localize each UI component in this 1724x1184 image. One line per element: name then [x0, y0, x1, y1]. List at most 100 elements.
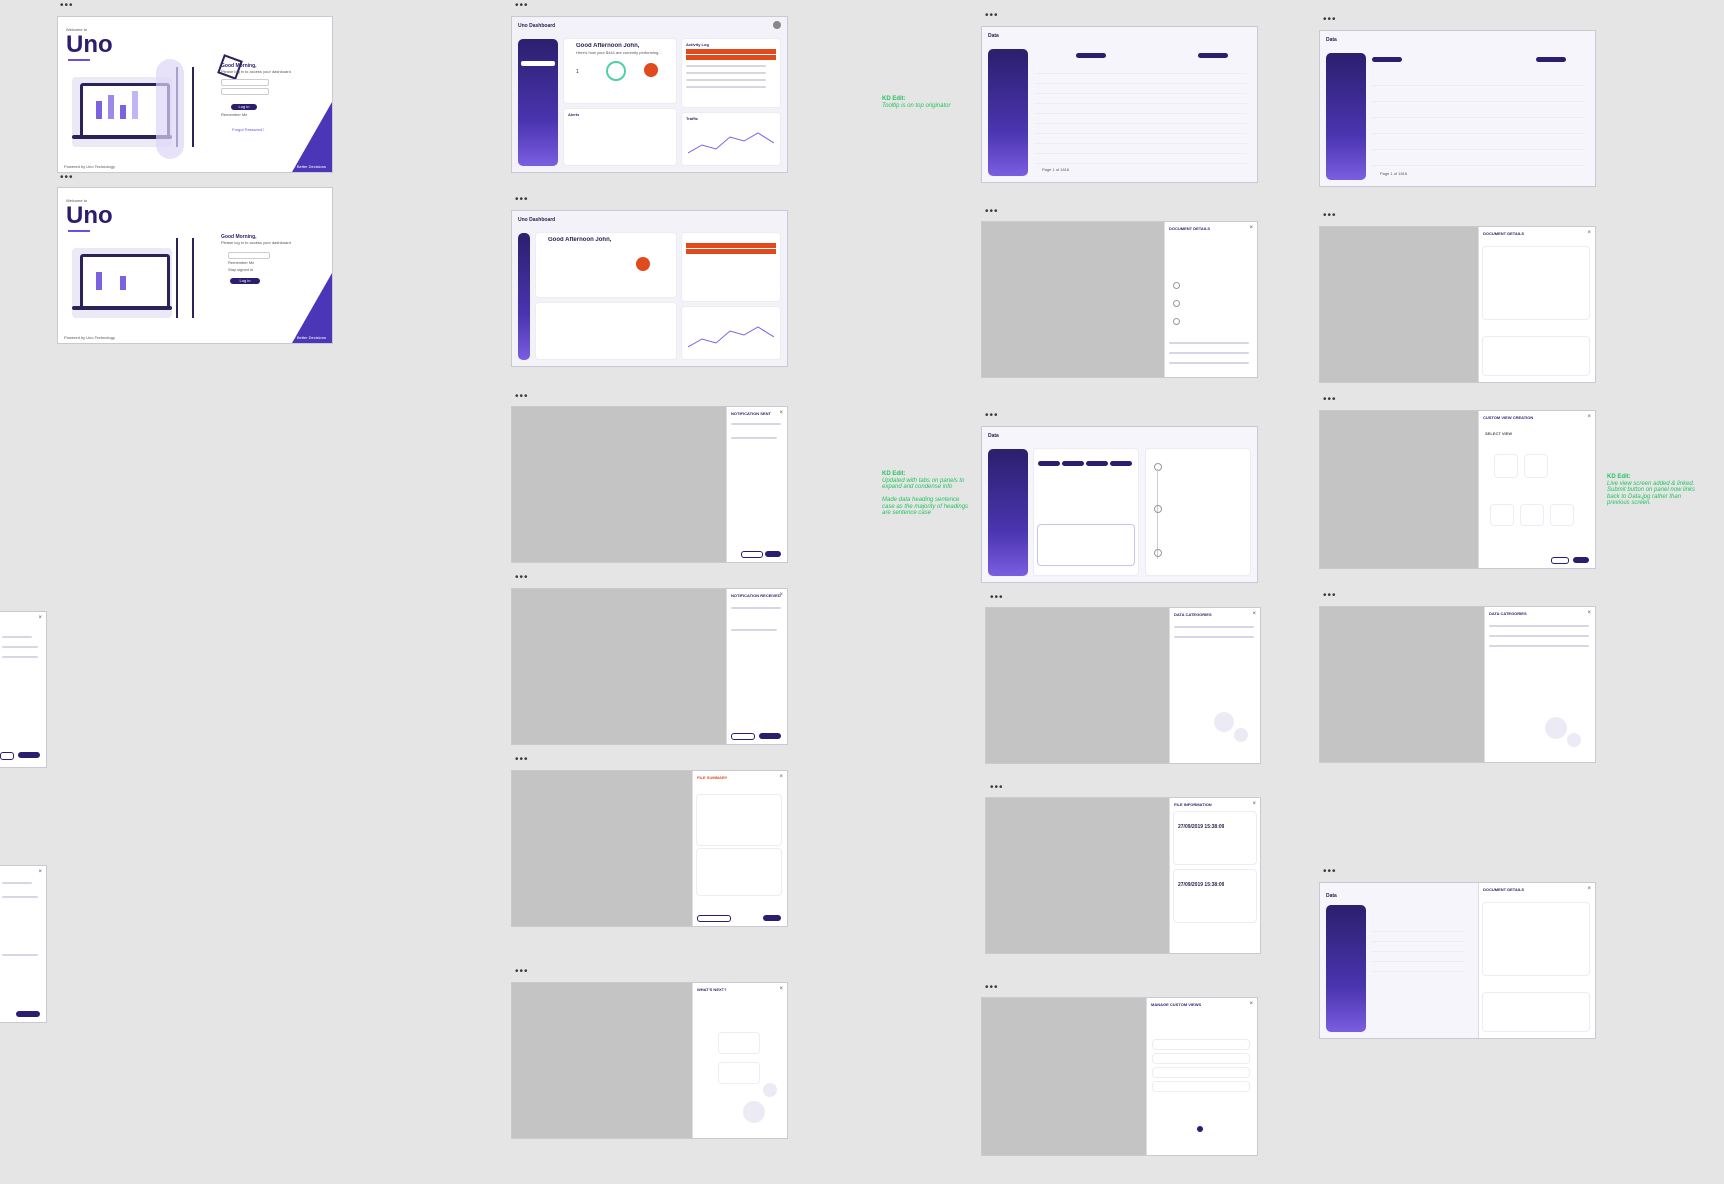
add-document-button[interactable] [1536, 57, 1566, 62]
logo-underline [68, 59, 90, 61]
frame-menu-dots[interactable]: ••• [515, 1, 529, 11]
frame-menu-dots[interactable]: ••• [985, 983, 999, 993]
close-icon[interactable]: × [1587, 230, 1591, 236]
side-panel: FILE INFORMATION × 27/09/2019 15:38:09 2… [1169, 798, 1260, 953]
username-input[interactable] [228, 252, 270, 259]
option-card-2[interactable] [719, 1063, 759, 1083]
view-option[interactable] [1495, 455, 1517, 477]
frame-menu-dots[interactable]: ••• [1323, 15, 1337, 25]
view-item[interactable] [1153, 1054, 1249, 1063]
view-option[interactable] [1525, 455, 1547, 477]
close-icon[interactable]: × [1249, 1001, 1253, 1007]
data-list-frame: Data Page 1 of 1616 [1320, 31, 1595, 186]
view-item[interactable] [1153, 1068, 1249, 1077]
tab-2[interactable] [1062, 461, 1084, 466]
activity-log: Activity Log [682, 39, 780, 107]
radio-option-b[interactable]: Stay signed in [228, 267, 253, 272]
login-button[interactable]: Log in [230, 278, 260, 284]
close-icon[interactable]: × [779, 986, 783, 992]
frame-menu-dots[interactable]: ••• [990, 783, 1004, 793]
activity-title: Activity Log [686, 42, 709, 47]
frame-menu-dots[interactable]: ••• [515, 967, 529, 977]
radio-option-a[interactable]: Remember Me [228, 260, 254, 265]
panel-title: DOCUMENT DETAILS [1169, 226, 1211, 231]
frame-menu-dots[interactable]: ••• [990, 593, 1004, 603]
close-icon[interactable]: × [1587, 414, 1591, 420]
side-panel: FILE SUMMARY × [692, 771, 787, 926]
details-card [1483, 337, 1589, 375]
close-icon[interactable]: × [779, 410, 783, 416]
tab-data-management[interactable] [1076, 53, 1106, 58]
frame-menu-dots[interactable]: ••• [60, 1, 74, 11]
frame-menu-dots[interactable]: ••• [985, 411, 999, 421]
tab-1[interactable] [1038, 461, 1060, 466]
data-title: Data [1326, 37, 1337, 43]
accept-button[interactable] [759, 733, 781, 739]
submit-button[interactable] [16, 1011, 40, 1017]
frame-menu-dots[interactable]: ••• [515, 392, 529, 402]
uno-logo: Uno [66, 202, 113, 229]
designer-note: KD Edit: Live view screen added & linked.… [1607, 474, 1696, 506]
frame-menu-dots[interactable]: ••• [60, 173, 74, 183]
close-icon[interactable]: × [1587, 610, 1591, 616]
panel-title: CUSTOM VIEW CREATION [1483, 415, 1534, 420]
avatar[interactable] [773, 21, 781, 29]
frame-menu-dots[interactable]: ••• [1323, 211, 1337, 221]
frame-menu-dots[interactable]: ••• [515, 195, 529, 205]
add-document-button[interactable] [1198, 53, 1228, 58]
close-icon[interactable]: × [38, 869, 42, 875]
option-card-1[interactable] [719, 1033, 759, 1053]
view-option[interactable] [1551, 505, 1573, 525]
cancel-button[interactable] [0, 752, 14, 760]
save-button[interactable] [18, 752, 40, 758]
pagination[interactable]: Page 1 of 1616 [1042, 167, 1069, 172]
decline-button[interactable] [731, 733, 755, 740]
frame-menu-dots[interactable]: ••• [985, 207, 999, 217]
view-item[interactable] [1153, 1040, 1249, 1049]
frame-menu-dots[interactable]: ••• [515, 755, 529, 765]
close-icon[interactable]: × [779, 774, 783, 780]
frame-menu-dots[interactable]: ••• [985, 11, 999, 21]
primary-button[interactable] [763, 915, 781, 921]
pagination[interactable]: Page 1 of 1616 [1380, 171, 1407, 176]
secondary-button[interactable] [697, 915, 731, 922]
login-button[interactable]: Log in [231, 104, 257, 110]
designer-note: KD Edit: Updated with tabs on panels to e… [882, 471, 969, 516]
close-icon[interactable]: × [1249, 225, 1253, 231]
traffic-title: Traffic [686, 116, 699, 121]
tab-4[interactable] [1110, 461, 1132, 466]
close-icon[interactable]: × [38, 615, 42, 621]
close-icon[interactable]: × [1587, 886, 1591, 892]
frame-menu-dots[interactable]: ••• [1323, 591, 1337, 601]
cancel-button[interactable] [741, 551, 763, 558]
side-panel: DOCUMENT DETAILS × [1478, 883, 1595, 1038]
dashboard-frame-collapsed: Uno Dashboard Good Afternoon John, [512, 211, 787, 366]
sidebar [1326, 53, 1366, 180]
tab-3[interactable] [1086, 461, 1108, 466]
close-icon[interactable]: × [779, 592, 783, 598]
add-view-icon[interactable] [1197, 1126, 1203, 1132]
send-button[interactable] [765, 551, 781, 557]
tab-data-management[interactable] [1372, 57, 1402, 62]
view-option[interactable] [1491, 505, 1513, 525]
corner-triangle [292, 102, 332, 172]
password-input[interactable] [221, 88, 269, 95]
panel-title: DATA CATEGORIES [1489, 611, 1527, 616]
select-view-label: SELECT VIEW [1485, 431, 1513, 436]
frame-menu-dots[interactable]: ••• [1323, 867, 1337, 877]
cancel-button[interactable] [1551, 557, 1569, 564]
panel-title: NOTIFICATION SENT [731, 411, 771, 416]
remember-checkbox[interactable]: Remember Me [221, 112, 247, 117]
partial-settings-frame: × [0, 612, 46, 767]
frame-menu-dots[interactable]: ••• [1323, 395, 1337, 405]
frame-menu-dots[interactable]: ••• [515, 573, 529, 583]
dimmed-background [982, 222, 1164, 377]
forgot-password-link[interactable]: Forgot Password? [232, 127, 264, 132]
close-icon[interactable]: × [1252, 611, 1256, 617]
view-item[interactable] [1153, 1082, 1249, 1091]
close-icon[interactable]: × [1252, 801, 1256, 807]
view-option[interactable] [1521, 505, 1543, 525]
username-input[interactable] [221, 79, 269, 86]
greeting-text: Good Afternoon John, [548, 237, 612, 243]
submit-button[interactable] [1573, 557, 1589, 563]
